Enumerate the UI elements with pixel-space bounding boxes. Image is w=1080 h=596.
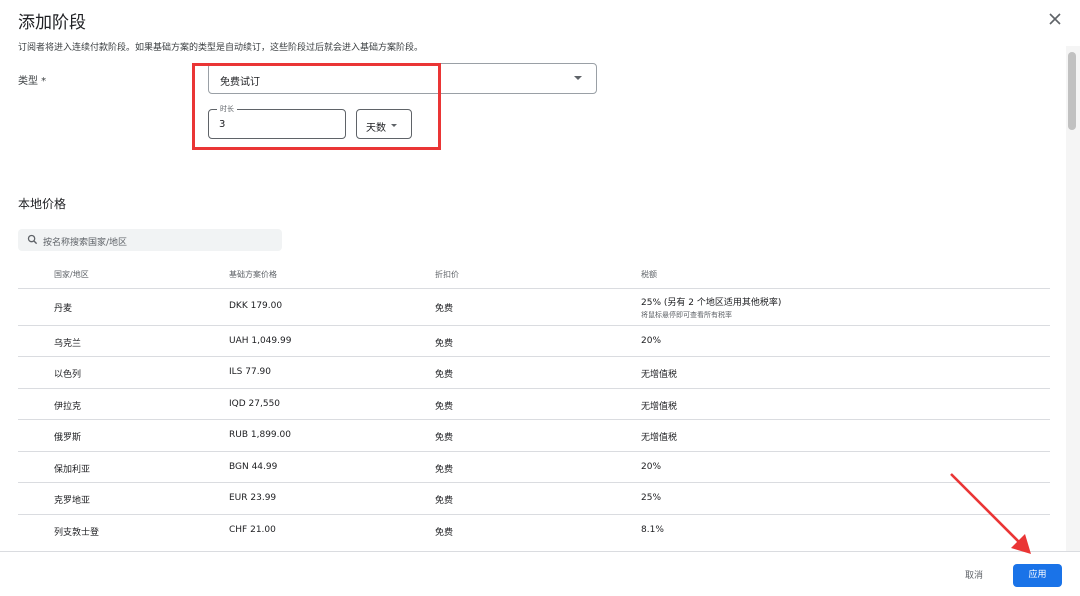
table-row: 列支敦士登 CHF 21.00 免费 8.1%: [18, 514, 1050, 546]
dialog-title: 添加阶段: [18, 13, 86, 33]
cell-price: CHF 21.00: [229, 525, 276, 535]
type-select-value: 免费试订: [220, 77, 260, 88]
cell-country: 列支敦士登: [54, 528, 100, 538]
chevron-down-icon: [574, 76, 582, 80]
type-label: 类型 *: [18, 76, 47, 87]
cell-price: EUR 23.99: [229, 493, 277, 503]
local-prices-title: 本地价格: [18, 197, 67, 211]
search-placeholder: 按名称搜索国家/地区: [43, 238, 128, 248]
table-row: 俄罗斯 RUB 1,899.00 免费 无增值税: [18, 419, 1050, 451]
table-row: 丹麦 DKK 179.00 免费 25% (另有 2 个地区适用其他税率) 将鼠…: [18, 288, 1050, 325]
cell-discount: 免费: [435, 433, 454, 443]
cell-discount: 免费: [435, 370, 454, 380]
column-header-discount: 折扣价: [435, 270, 459, 279]
cell-tax: 无增值税: [641, 433, 678, 443]
cell-price: UAH 1,049.99: [229, 336, 292, 346]
cell-price: DKK 179.00: [229, 301, 283, 311]
cell-tax-note: 将鼠标悬停即可查看所有税率: [641, 311, 732, 319]
column-header-country: 国家/地区: [54, 270, 89, 279]
cell-country: 乌克兰: [54, 339, 82, 349]
cell-country: 克罗地亚: [54, 496, 91, 506]
cell-country: 以色列: [54, 370, 82, 380]
table-row: 克罗地亚 EUR 23.99 免费 25%: [18, 482, 1050, 514]
column-header-tax: 税额: [641, 270, 657, 279]
cell-price: BGN 44.99: [229, 462, 278, 472]
scrollbar-thumb[interactable]: [1068, 52, 1076, 130]
chevron-down-icon: [391, 124, 397, 127]
cell-price: ILS 77.90: [229, 367, 272, 377]
cell-discount: 免费: [435, 496, 454, 506]
cell-country: 俄罗斯: [54, 433, 82, 443]
dialog-footer: 取消 应用: [0, 551, 1080, 596]
add-phase-dialog: 添加阶段 订阅者将进入连续付款阶段。如果基础方案的类型是自动续订，这些阶段过后就…: [0, 0, 1080, 596]
cell-discount: 免费: [435, 402, 454, 412]
cell-price: RUB 1,899.00: [229, 430, 291, 440]
duration-input[interactable]: 时长 3: [208, 104, 346, 139]
type-select[interactable]: 免费试订: [208, 63, 597, 94]
duration-value: 3: [219, 119, 226, 130]
duration-label: 时长: [217, 104, 237, 114]
cell-discount: 免费: [435, 339, 454, 349]
country-search-input[interactable]: 按名称搜索国家/地区: [18, 229, 282, 251]
column-header-base-price: 基础方案价格: [229, 270, 277, 279]
cell-tax: 20%: [641, 336, 662, 346]
price-table: 丹麦 DKK 179.00 免费 25% (另有 2 个地区适用其他税率) 将鼠…: [18, 288, 1050, 546]
cell-tax: 25% (另有 2 个地区适用其他税率): [641, 298, 782, 308]
close-icon[interactable]: [1045, 9, 1065, 29]
cell-discount: 免费: [435, 528, 454, 538]
search-icon: [27, 234, 38, 245]
cell-country: 伊拉克: [54, 402, 82, 412]
table-row: 保加利亚 BGN 44.99 免费 20%: [18, 451, 1050, 482]
cell-tax: 无增值税: [641, 402, 678, 412]
table-row: 伊拉克 IQD 27,550 免费 无增值税: [18, 388, 1050, 419]
cell-discount: 免费: [435, 304, 454, 314]
cell-discount: 免费: [435, 465, 454, 475]
dialog-subtitle: 订阅者将进入连续付款阶段。如果基础方案的类型是自动续订，这些阶段过后就会进入基础…: [18, 43, 424, 53]
duration-unit-select[interactable]: 天数: [356, 109, 412, 139]
apply-button[interactable]: 应用: [1013, 564, 1062, 587]
table-row: 以色列 ILS 77.90 免费 无增值税: [18, 356, 1050, 388]
cancel-button[interactable]: 取消: [965, 568, 983, 581]
cell-tax: 25%: [641, 493, 662, 503]
cell-tax: 无增值税: [641, 370, 678, 380]
duration-unit-value: 天数: [366, 123, 386, 134]
table-row: 乌克兰 UAH 1,049.99 免费 20%: [18, 325, 1050, 356]
cell-country: 丹麦: [54, 304, 73, 314]
cell-country: 保加利亚: [54, 465, 91, 475]
cell-price: IQD 27,550: [229, 399, 281, 409]
cell-tax: 20%: [641, 462, 662, 472]
cell-tax: 8.1%: [641, 525, 664, 535]
